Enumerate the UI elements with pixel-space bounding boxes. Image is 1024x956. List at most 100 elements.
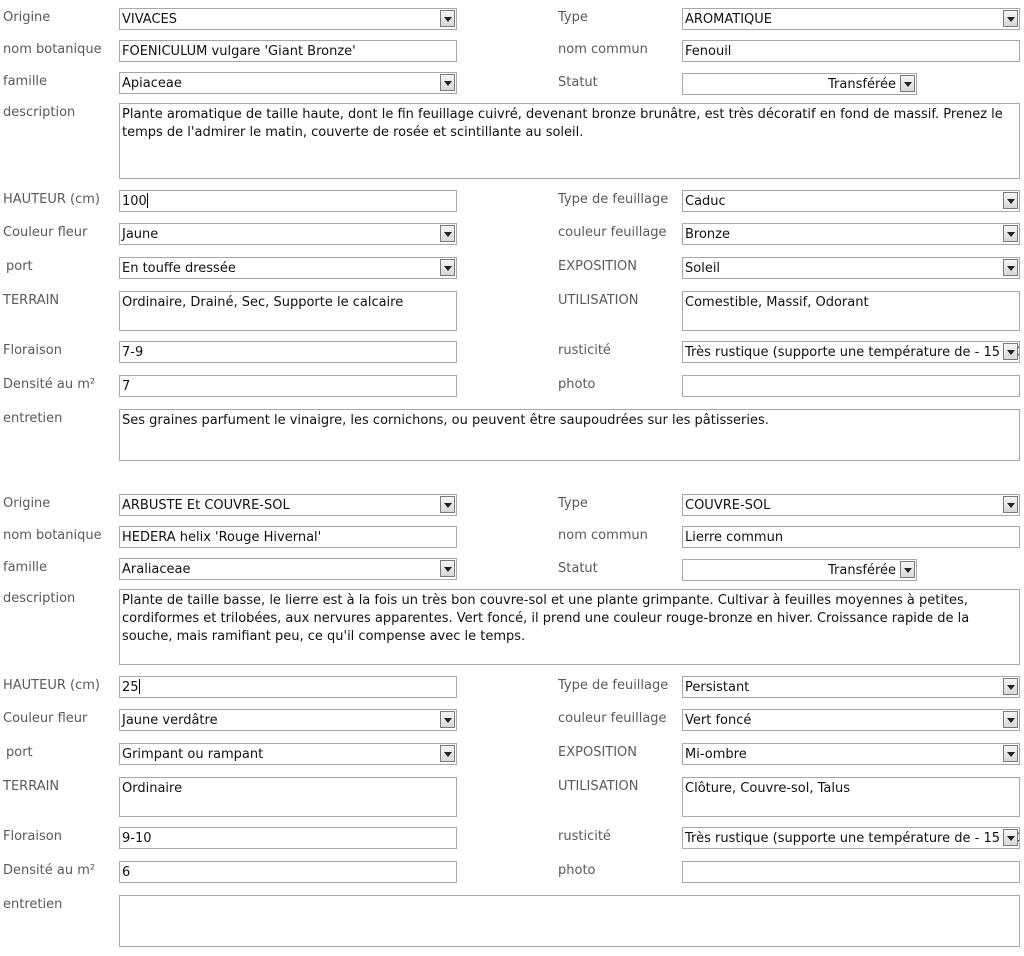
description-field[interactable]: Plante aromatique de taille haute, dont …	[119, 103, 1020, 179]
nom-botanique-field[interactable]: FOENICULUM vulgare 'Giant Bronze'	[119, 40, 457, 62]
type-value: COUVRE-SOL	[685, 498, 771, 513]
type-combobox[interactable]: COUVRE-SOL	[682, 494, 1020, 516]
origine-label: Origine	[3, 10, 51, 25]
hauteur-label: HAUTEUR (cm)	[3, 192, 100, 207]
dropdown-arrow-icon[interactable]	[1003, 678, 1018, 695]
dropdown-arrow-icon[interactable]	[440, 711, 455, 728]
nom-commun-field[interactable]: Lierre commun	[682, 526, 1020, 548]
dropdown-arrow-icon[interactable]	[1003, 10, 1018, 27]
type-feuillage-combobox[interactable]: Persistant	[682, 676, 1020, 698]
couleur-feuillage-label: couleur feuillage	[558, 225, 667, 240]
dropdown-arrow-icon[interactable]	[1003, 343, 1018, 360]
floraison-field[interactable]: 9-10	[119, 827, 457, 849]
dropdown-arrow-icon[interactable]	[1003, 745, 1018, 762]
nom-botanique-value: FOENICULUM vulgare 'Giant Bronze'	[122, 44, 356, 59]
port-combobox[interactable]: En touffe dressée	[119, 257, 457, 279]
hauteur-value: 100	[122, 194, 147, 209]
couleur-feuillage-label: couleur feuillage	[558, 711, 667, 726]
photo-label: photo	[558, 863, 596, 878]
origine-combobox[interactable]: ARBUSTE Et COUVRE-SOL	[119, 494, 457, 516]
text-cursor	[138, 679, 140, 694]
dropdown-arrow-icon[interactable]	[1003, 496, 1018, 513]
couleur-feuillage-combobox[interactable]: Bronze	[682, 223, 1020, 245]
statut-value: Transférée	[828, 563, 896, 578]
dropdown-arrow-icon[interactable]	[440, 745, 455, 762]
nom-commun-value: Lierre commun	[685, 530, 784, 545]
dropdown-arrow-icon[interactable]	[440, 10, 455, 27]
densite-label: Densité au m²	[3, 863, 96, 878]
type-feuillage-value: Caduc	[685, 194, 726, 209]
entretien-field[interactable]: Ses graines parfument le vinaigre, les c…	[119, 409, 1020, 461]
origine-combobox[interactable]: VIVACES	[119, 8, 457, 30]
description-label: description	[3, 591, 76, 606]
utilisation-field[interactable]: Comestible, Massif, Odorant	[682, 291, 1020, 331]
photo-field[interactable]	[682, 861, 1020, 883]
hauteur-field[interactable]: 100	[119, 190, 457, 212]
dropdown-arrow-icon[interactable]	[900, 75, 915, 92]
photo-field[interactable]	[682, 375, 1020, 397]
exposition-combobox[interactable]: Soleil	[682, 257, 1020, 279]
rusticite-combobox[interactable]: Très rustique (supporte une température …	[682, 827, 1020, 849]
exposition-combobox[interactable]: Mi-ombre	[682, 743, 1020, 765]
terrain-field[interactable]: Ordinaire	[119, 777, 457, 817]
utilisation-field[interactable]: Clôture, Couvre-sol, Talus	[682, 777, 1020, 817]
plant-record-2: Origine ARBUSTE Et COUVRE-SOL Type COUVRE-S…	[0, 486, 1024, 956]
dropdown-arrow-icon[interactable]	[1003, 192, 1018, 209]
utilisation-label: UTILISATION	[558, 293, 639, 308]
dropdown-arrow-icon[interactable]	[1003, 829, 1018, 846]
nom-botanique-field[interactable]: HEDERA helix 'Rouge Hivernal'	[119, 526, 457, 548]
densite-field[interactable]: 6	[119, 861, 457, 883]
statut-combobox[interactable]: Transférée	[682, 73, 917, 95]
dropdown-arrow-icon[interactable]	[440, 560, 455, 577]
port-combobox[interactable]: Grimpant ou rampant	[119, 743, 457, 765]
origine-value: ARBUSTE Et COUVRE-SOL	[122, 498, 290, 513]
entretien-field[interactable]	[119, 895, 1020, 947]
famille-label: famille	[3, 74, 48, 89]
dropdown-arrow-icon[interactable]	[440, 259, 455, 276]
floraison-field[interactable]: 7-9	[119, 341, 457, 363]
famille-combobox[interactable]: Araliaceae	[119, 558, 457, 580]
nom-commun-label: nom commun	[558, 42, 648, 57]
dropdown-arrow-icon[interactable]	[1003, 259, 1018, 276]
entretien-value: Ses graines parfument le vinaigre, les c…	[122, 413, 769, 428]
type-feuillage-combobox[interactable]: Caduc	[682, 190, 1020, 212]
dropdown-arrow-icon[interactable]	[440, 74, 455, 91]
exposition-value: Mi-ombre	[685, 747, 747, 762]
description-field[interactable]: Plante de taille basse, le lierre est à …	[119, 589, 1020, 665]
nom-commun-field[interactable]: Fenouil	[682, 40, 1020, 62]
entretien-label: entretien	[3, 411, 63, 426]
dropdown-arrow-icon[interactable]	[1003, 711, 1018, 728]
floraison-label: Floraison	[3, 343, 62, 358]
statut-label: Statut	[558, 75, 598, 90]
nom-botanique-value: HEDERA helix 'Rouge Hivernal'	[122, 530, 322, 545]
hauteur-field[interactable]: 25	[119, 676, 457, 698]
photo-label: photo	[558, 377, 596, 392]
floraison-value: 9-10	[122, 831, 152, 846]
dropdown-arrow-icon[interactable]	[440, 496, 455, 513]
type-combobox[interactable]: AROMATIQUE	[682, 8, 1020, 30]
densite-label: Densité au m²	[3, 377, 96, 392]
nom-botanique-label: nom botanique	[3, 42, 102, 57]
nom-botanique-label: nom botanique	[3, 528, 102, 543]
dropdown-arrow-icon[interactable]	[1003, 225, 1018, 242]
famille-value: Apiaceae	[122, 76, 182, 91]
couleur-fleur-label: Couleur fleur	[3, 711, 88, 726]
couleur-fleur-value: Jaune	[122, 227, 159, 242]
port-value: Grimpant ou rampant	[122, 747, 264, 762]
rusticite-combobox[interactable]: Très rustique (supporte une température …	[682, 341, 1020, 363]
utilisation-value: Comestible, Massif, Odorant	[685, 295, 869, 310]
couleur-fleur-combobox[interactable]: Jaune	[119, 223, 457, 245]
text-cursor	[146, 193, 148, 208]
couleur-fleur-combobox[interactable]: Jaune verdâtre	[119, 709, 457, 731]
dropdown-arrow-icon[interactable]	[440, 225, 455, 242]
dropdown-arrow-icon[interactable]	[900, 561, 915, 578]
exposition-label: EXPOSITION	[558, 259, 638, 274]
couleur-fleur-label: Couleur fleur	[3, 225, 88, 240]
terrain-field[interactable]: Ordinaire, Drainé, Sec, Supporte le calc…	[119, 291, 457, 331]
densite-field[interactable]: 7	[119, 375, 457, 397]
description-value: Plante aromatique de taille haute, dont …	[122, 107, 1003, 140]
statut-combobox[interactable]: Transférée	[682, 559, 917, 581]
couleur-feuillage-combobox[interactable]: Vert foncé	[682, 709, 1020, 731]
type-label: Type	[558, 10, 588, 25]
famille-combobox[interactable]: Apiaceae	[119, 72, 457, 94]
